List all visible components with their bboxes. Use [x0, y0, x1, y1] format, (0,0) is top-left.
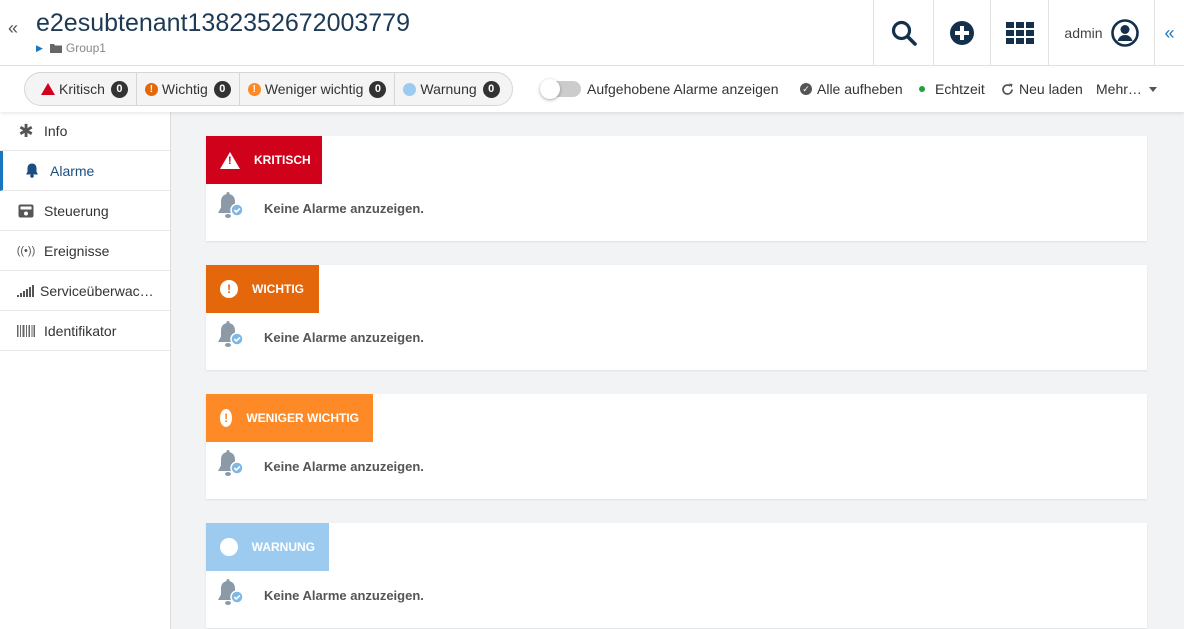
- filter-count: 0: [213, 80, 231, 98]
- sidebar-item-label: Ereignisse: [44, 242, 110, 259]
- page-title: e2esubtenant1382352672003779: [36, 9, 410, 37]
- sidebar-item-info[interactable]: ✱ Info: [0, 112, 170, 151]
- plus-circle-icon: [950, 21, 974, 45]
- sidebar-item-label: Alarme: [50, 162, 95, 179]
- filter-label: Weniger wichtig: [264, 81, 364, 97]
- warning-triangle-icon: [41, 83, 55, 95]
- reload-button[interactable]: Neu laden: [1001, 81, 1083, 97]
- empty-state: Keine Alarme anzuzeigen.: [216, 321, 424, 353]
- asterisk-icon: ✱: [18, 120, 34, 141]
- bell-icon: [22, 163, 42, 178]
- bell-check-icon: [216, 321, 246, 353]
- alarm-section-kritisch: KRITISCH Keine Alarme anzuzeigen.: [206, 136, 1147, 241]
- section-title: WARNUNG: [251, 540, 315, 554]
- header: « e2esubtenant1382352672003779 ▶ Group1 …: [0, 0, 1184, 66]
- more-label: Mehr…: [1096, 81, 1142, 97]
- bell-check-icon: [216, 192, 246, 224]
- refresh-icon: [1002, 83, 1013, 95]
- app-switcher-button[interactable]: [990, 0, 1048, 66]
- realtime-button[interactable]: Echtzeit: [919, 81, 985, 97]
- filter-count: 0: [110, 80, 128, 98]
- user-menu-button[interactable]: admin: [1048, 0, 1154, 66]
- exclamation-circle-icon: !: [247, 82, 261, 96]
- reload-label: Neu laden: [1019, 81, 1083, 97]
- filter-wichtig[interactable]: ! Wichtig 0: [137, 73, 240, 105]
- apps-grid-icon: [1005, 22, 1034, 44]
- signal-bars-icon: [16, 284, 34, 297]
- sidebar-item-steuerung[interactable]: Steuerung: [0, 191, 170, 231]
- user-name: admin: [1064, 25, 1103, 41]
- expand-triangle-icon[interactable]: ▶: [36, 43, 43, 54]
- broadcast-icon: ((•)): [16, 244, 36, 257]
- filter-warnung[interactable]: Warnung 0: [395, 73, 511, 105]
- clear-all-label: Alle aufheben: [817, 81, 903, 97]
- sidebar: ✱ Info Alarme Steuerung ((•)) Ereignisse…: [0, 112, 171, 629]
- breadcrumb-group[interactable]: Group1: [66, 41, 106, 55]
- bell-check-icon: [216, 450, 246, 482]
- filter-count: 0: [369, 80, 387, 98]
- toggle-knob: [540, 79, 560, 99]
- section-title: WENIGER WICHTIG: [246, 411, 359, 425]
- section-title: WICHTIG: [252, 282, 304, 296]
- exclamation-circle-icon: !: [144, 82, 158, 96]
- filter-label: Wichtig: [161, 81, 208, 97]
- empty-state: Keine Alarme anzuzeigen.: [216, 192, 424, 224]
- more-dropdown[interactable]: Mehr…: [1096, 81, 1157, 97]
- sidebar-item-ereignisse[interactable]: ((•)) Ereignisse: [0, 231, 170, 271]
- empty-message: Keine Alarme anzuzeigen.: [264, 200, 424, 216]
- realtime-dot-icon: [919, 86, 925, 92]
- empty-message: Keine Alarme anzuzeigen.: [264, 587, 424, 603]
- empty-state: Keine Alarme anzuzeigen.: [216, 450, 424, 482]
- caret-down-icon: [1148, 86, 1157, 92]
- filter-count: 0: [482, 80, 500, 98]
- search-icon: [891, 20, 917, 46]
- severity-filter-group: Kritisch 0 ! Wichtig 0 ! Weniger wichtig…: [24, 72, 513, 106]
- sidebar-item-serviceueberwachung[interactable]: Serviceüberwac…: [0, 271, 170, 311]
- alarm-section-weniger-wichtig: ! WENIGER WICHTIG Keine Alarme anzuzeige…: [206, 394, 1147, 499]
- sidebar-item-label: Info: [44, 123, 68, 139]
- check-circle-icon: ✓: [800, 83, 812, 95]
- control-panel-icon: [16, 204, 36, 218]
- bell-check-icon: [216, 579, 246, 611]
- sidebar-item-identifikator[interactable]: Identifikator: [0, 311, 170, 351]
- exclamation-circle-icon: !: [220, 280, 238, 298]
- section-header: ! WENIGER WICHTIG: [206, 394, 373, 442]
- filter-weniger-wichtig[interactable]: ! Weniger wichtig 0: [240, 73, 396, 105]
- section-header: KRITISCH: [206, 136, 322, 184]
- alarm-section-warnung: WARNUNG Keine Alarme anzuzeigen.: [206, 523, 1147, 628]
- realtime-label: Echtzeit: [935, 81, 985, 97]
- section-title: KRITISCH: [254, 153, 311, 167]
- empty-message: Keine Alarme anzuzeigen.: [264, 329, 424, 345]
- sidebar-item-label: Steuerung: [44, 202, 109, 219]
- sidebar-item-label: Serviceüberwac…: [40, 282, 154, 299]
- filter-label: Kritisch: [59, 81, 105, 97]
- filter-kritisch[interactable]: Kritisch 0: [25, 73, 137, 105]
- folder-icon: [49, 44, 62, 53]
- sidebar-item-label: Identifikator: [44, 322, 117, 339]
- add-button[interactable]: [933, 0, 990, 66]
- user-avatar-icon: [1110, 19, 1139, 47]
- breadcrumb[interactable]: ▶ Group1: [36, 41, 106, 55]
- collapse-right-icon[interactable]: «: [1154, 0, 1184, 66]
- alarm-section-wichtig: ! WICHTIG Keine Alarme anzuzeigen.: [206, 265, 1147, 370]
- exclamation-circle-icon: !: [220, 409, 233, 427]
- empty-message: Keine Alarme anzuzeigen.: [264, 458, 424, 474]
- circle-icon: [220, 538, 238, 556]
- sidebar-item-alarme[interactable]: Alarme: [0, 151, 170, 191]
- section-header: WARNUNG: [206, 523, 329, 571]
- search-button[interactable]: [873, 0, 933, 66]
- show-cleared-label: Aufgehobene Alarme anzeigen: [587, 81, 779, 97]
- circle-icon: [403, 82, 417, 96]
- filter-label: Warnung: [420, 81, 477, 97]
- alarm-toolbar: Kritisch 0 ! Wichtig 0 ! Weniger wichtig…: [0, 66, 1184, 112]
- empty-state: Keine Alarme anzuzeigen.: [216, 579, 424, 611]
- barcode-icon: [16, 324, 36, 337]
- show-cleared-toggle[interactable]: [540, 79, 581, 99]
- warning-triangle-icon: [220, 151, 240, 169]
- clear-all-button[interactable]: ✓ Alle aufheben: [800, 81, 903, 97]
- section-header: ! WICHTIG: [206, 265, 319, 313]
- collapse-left-icon[interactable]: «: [8, 18, 18, 39]
